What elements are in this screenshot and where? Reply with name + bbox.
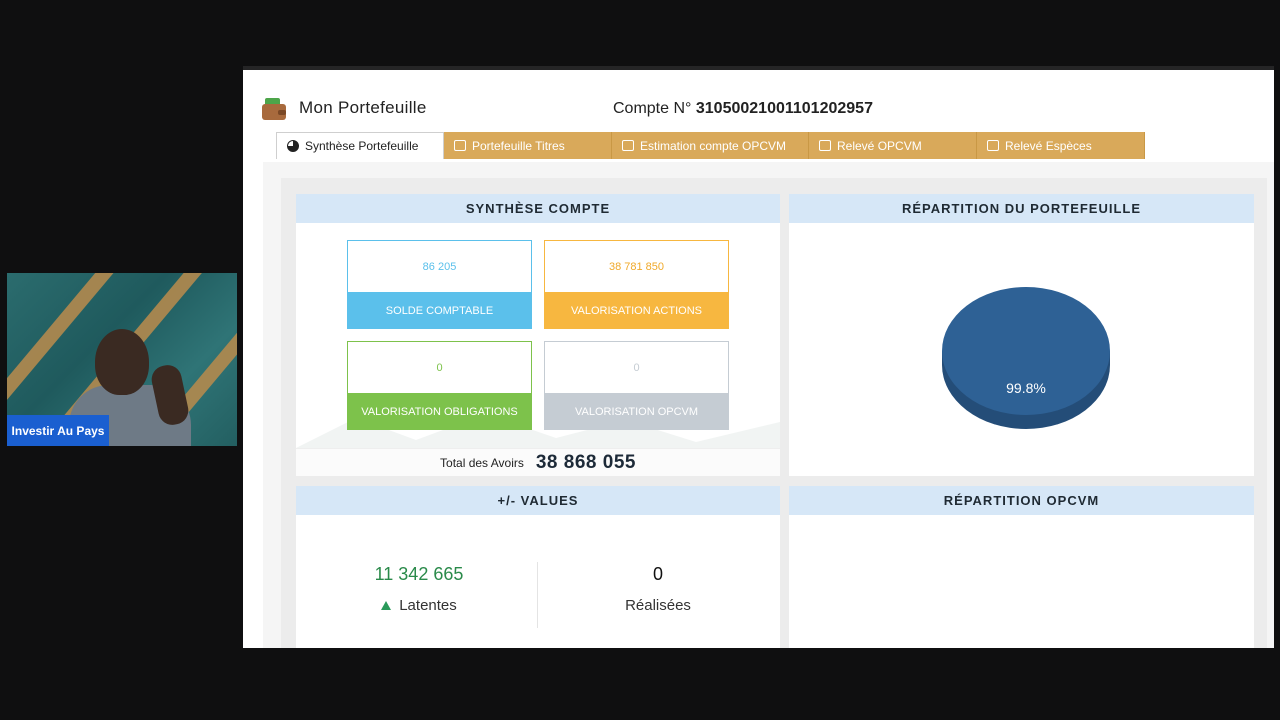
tab-label: Relevé Espèces (1005, 138, 1092, 153)
solde-comptable-card: 86 205 SOLDE COMPTABLE (347, 240, 532, 329)
synthese-compte-panel: SYNTHÈSE COMPTE 86 205 SOLDE COMPTABLE 3… (296, 194, 780, 476)
valorisation-obligations-card: 0 VALORISATION OBLIGATIONS (347, 341, 532, 430)
plus-minus-values-panel: +/- VALUES 11 342 665 Latentes 0 Réalisé… (296, 486, 780, 648)
tab-portefeuille-titres[interactable]: Portefeuille Titres (444, 132, 612, 159)
card-label: VALORISATION OBLIGATIONS (348, 393, 531, 430)
tab-label: Relevé OPCVM (837, 138, 922, 153)
pie-slice-label: 99.8% (1006, 380, 1046, 396)
briefcase-icon (622, 140, 634, 151)
valorisation-opcvm-card: 0 VALORISATION OPCVM (544, 341, 729, 430)
repartition-opcvm-panel: RÉPARTITION OPCVM (789, 486, 1254, 648)
account-number: 31050021001101202957 (695, 100, 873, 117)
page-title: Mon Portefeuille (299, 98, 427, 117)
panel-title: RÉPARTITION DU PORTEFEUILLE (789, 194, 1254, 223)
account-label: Compte N° (613, 100, 692, 117)
realisees-block: 0 Réalisées (538, 564, 778, 614)
page-header: Mon Portefeuille Compte N° 3105002100110… (243, 70, 1274, 130)
tab-label: Estimation compte OPCVM (640, 138, 787, 153)
tab-bar: Synthèse Portefeuille Portefeuille Titre… (276, 132, 1145, 160)
realisees-value: 0 (652, 564, 663, 584)
total-avoirs: Total des Avoirs 38 868 055 (296, 448, 780, 476)
card-label: VALORISATION ACTIONS (545, 292, 728, 329)
portfolio-pie-chart: 99.8% (942, 287, 1110, 429)
document-icon (987, 140, 999, 151)
tab-estimation-opcvm[interactable]: Estimation compte OPCVM (612, 132, 809, 159)
tab-releve-especes[interactable]: Relevé Espèces (977, 132, 1145, 159)
card-value: 86 205 (348, 241, 531, 292)
pie-chart-icon (287, 140, 299, 152)
latentes-label: Latentes (399, 597, 457, 614)
realisees-label: Réalisées (625, 597, 691, 614)
card-label: VALORISATION OPCVM (545, 393, 728, 430)
latentes-block: 11 342 665 Latentes (299, 564, 539, 614)
card-value: 0 (545, 342, 728, 393)
latentes-value: 11 342 665 (374, 564, 464, 584)
repartition-portefeuille-panel: RÉPARTITION DU PORTEFEUILLE 99.8% (789, 194, 1254, 476)
tab-content: SYNTHÈSE COMPTE 86 205 SOLDE COMPTABLE 3… (263, 162, 1274, 648)
total-value: 38 868 055 (535, 451, 636, 473)
tab-label: Portefeuille Titres (472, 138, 565, 153)
app-window: Mon Portefeuille Compte N° 3105002100110… (243, 66, 1274, 648)
tab-releve-opcvm[interactable]: Relevé OPCVM (809, 132, 977, 159)
dashboard-grid: SYNTHÈSE COMPTE 86 205 SOLDE COMPTABLE 3… (281, 178, 1267, 648)
briefcase-icon (454, 140, 466, 151)
recycle-icon (381, 601, 392, 610)
card-value: 0 (348, 342, 531, 393)
account-info: Compte N° 31050021001101202957 (613, 100, 873, 118)
tab-synthese-portefeuille[interactable]: Synthèse Portefeuille (276, 132, 444, 159)
tab-label: Synthèse Portefeuille (305, 139, 419, 153)
briefcase-icon (819, 140, 831, 151)
webcam-label: Investir Au Pays (7, 415, 109, 446)
panel-title: SYNTHÈSE COMPTE (296, 194, 780, 223)
wallet-icon (262, 98, 286, 120)
total-label: Total des Avoirs (440, 455, 524, 470)
valorisation-actions-card: 38 781 850 VALORISATION ACTIONS (544, 240, 729, 329)
card-value: 38 781 850 (545, 241, 728, 292)
panel-title: RÉPARTITION OPCVM (789, 486, 1254, 515)
card-label: SOLDE COMPTABLE (348, 292, 531, 329)
panel-title: +/- VALUES (296, 486, 780, 515)
